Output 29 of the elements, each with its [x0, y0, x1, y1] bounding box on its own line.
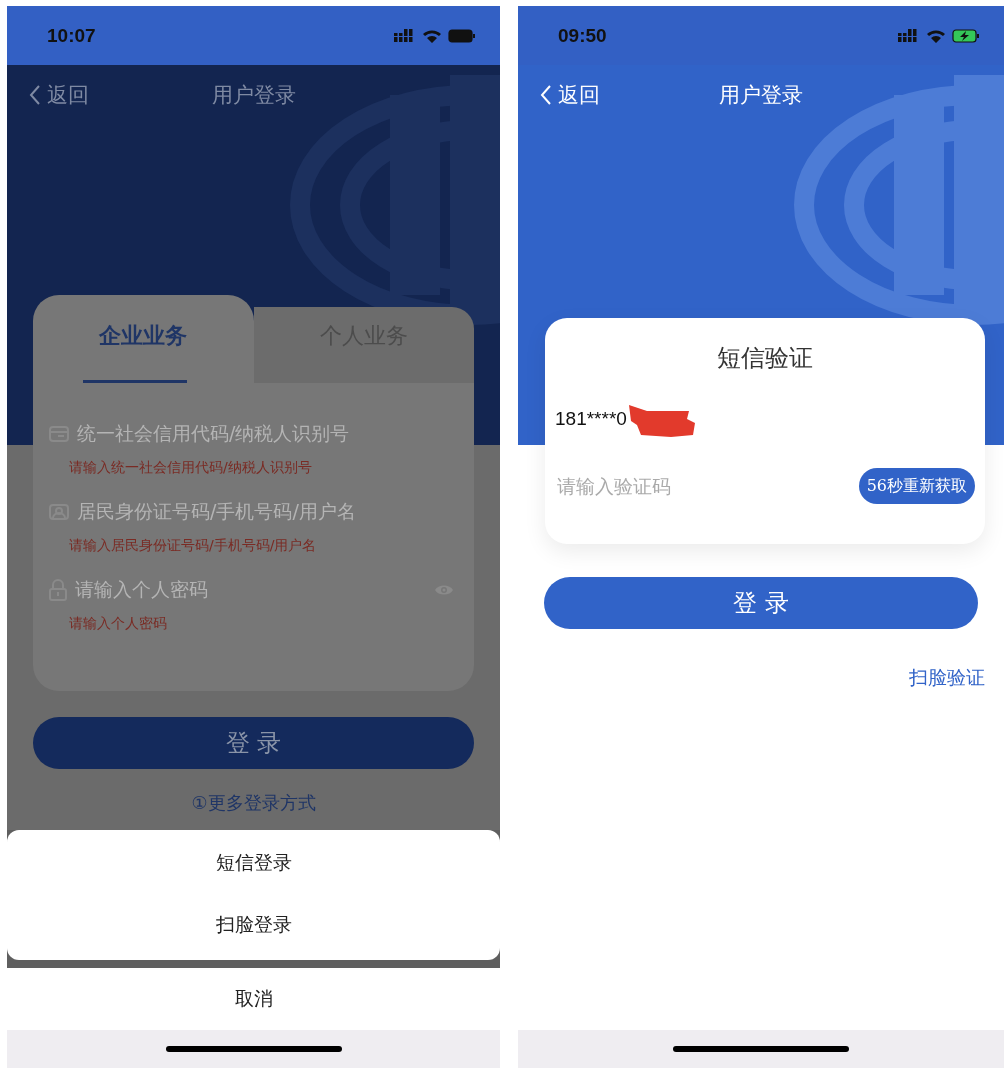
chevron-left-icon [540, 84, 552, 106]
sheet-option[interactable]: 短信登录 [7, 832, 500, 894]
wifi-icon [422, 28, 442, 43]
sheet-option[interactable]: 扫脸登录 [7, 894, 500, 956]
back-label: 返回 [47, 82, 89, 109]
more-login-link[interactable]: ①更多登录方式 [191, 791, 316, 815]
status-time: 09:50 [558, 24, 608, 47]
signal-icon [898, 28, 920, 43]
phone-number: 181****0 [555, 408, 627, 430]
error-message: 请输入居民身份证号码/手机号码/用户名 [68, 536, 318, 555]
error-message: 请输入个人密码 [68, 614, 168, 633]
error-message: 请输入统一社会信用代码/纳税人识别号 [68, 458, 313, 477]
wifi-icon [926, 28, 946, 43]
back-label: 返回 [558, 82, 600, 109]
resend-button[interactable]: 56秒重新获取 [858, 468, 975, 504]
page-title: 用户登录 [719, 82, 803, 109]
tab[interactable]: 企业业务 [33, 295, 254, 383]
face-verify-link[interactable]: 扫脸验证 [909, 665, 985, 691]
back-button[interactable]: 返回 [540, 81, 600, 109]
page-title: 用户登录 [211, 82, 296, 109]
back-button[interactable]: 返回 [29, 81, 89, 109]
status-time: 10:07 [47, 24, 97, 47]
chevron-left-icon [29, 84, 41, 106]
card-title: 短信验证 [716, 343, 814, 374]
login-button[interactable]: 登 录 [544, 577, 978, 629]
cancel-button[interactable]: 取消 [7, 968, 500, 1030]
signal-icon [394, 28, 416, 43]
login-button[interactable]: 登 录 [33, 717, 474, 769]
code-input[interactable]: 请输入验证码 [555, 474, 755, 498]
